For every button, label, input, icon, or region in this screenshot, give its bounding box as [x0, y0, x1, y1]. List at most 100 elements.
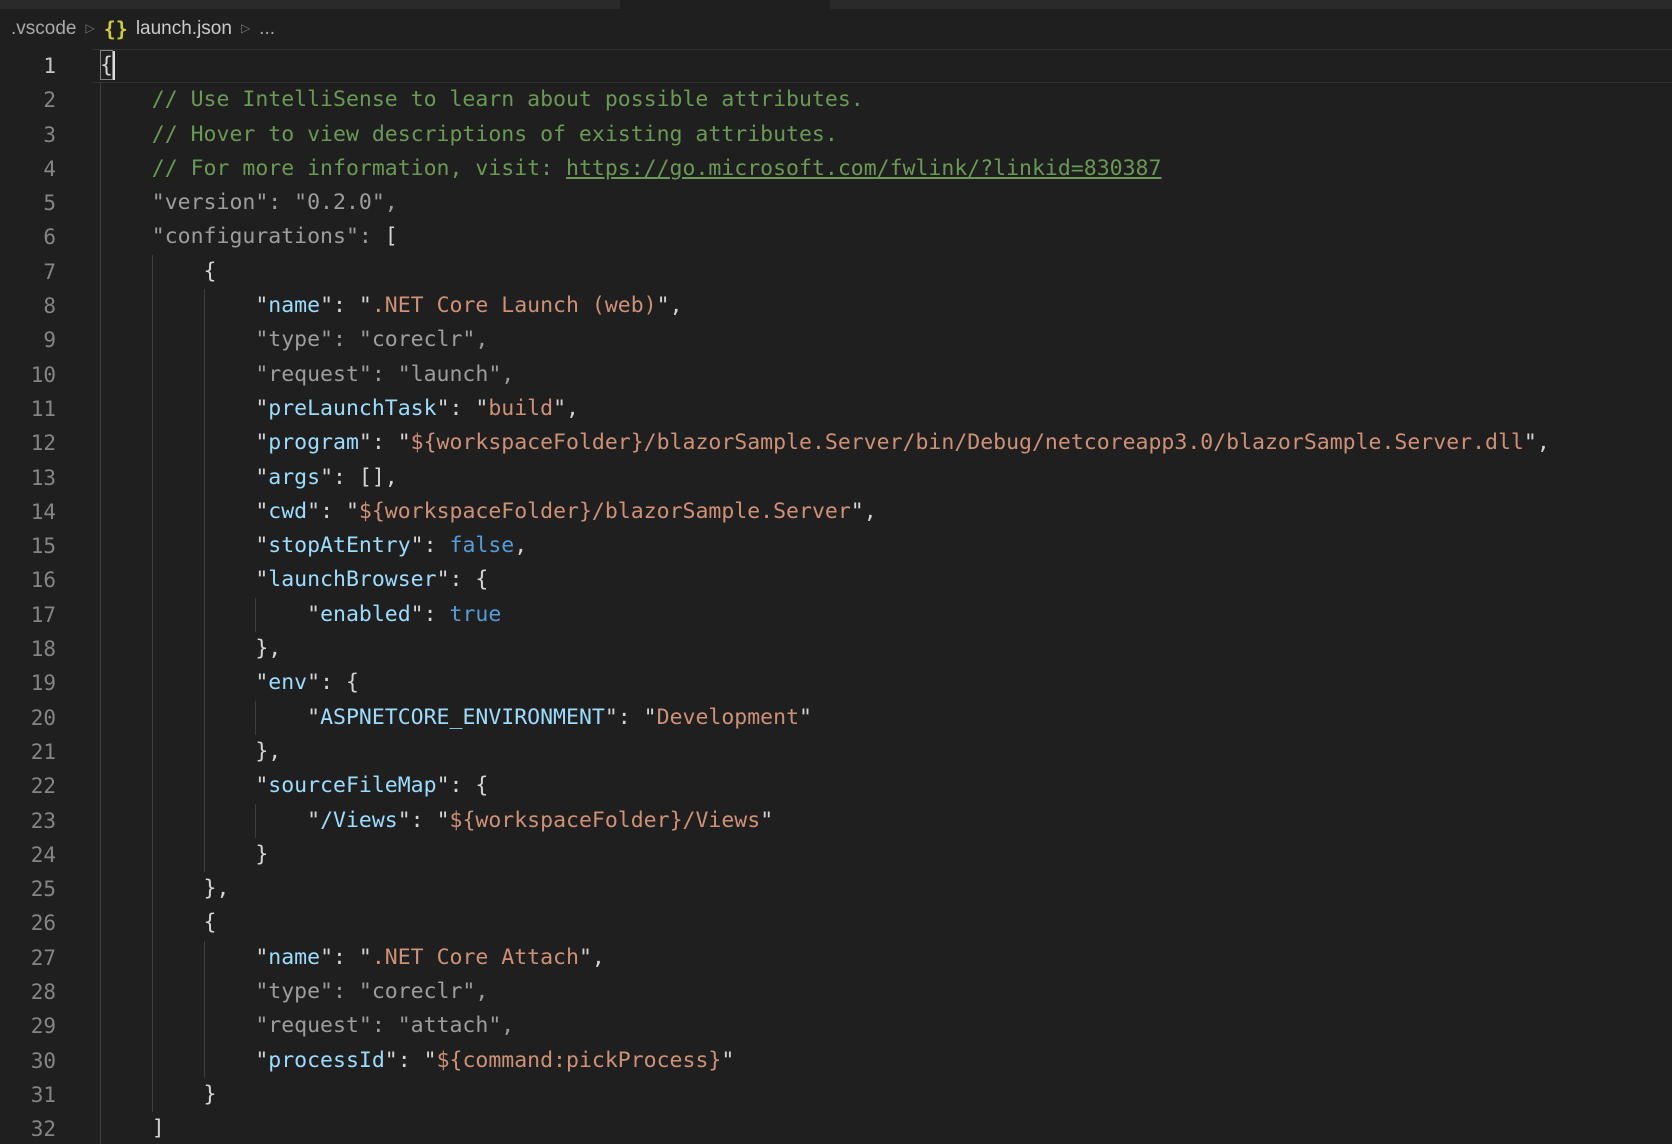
code-line[interactable]: 15 "stopAtEntry": false,	[0, 529, 1672, 563]
code-line-content[interactable]: // Use IntelliSense to learn about possi…	[92, 83, 1672, 117]
line-number[interactable]: 12	[0, 426, 56, 460]
code-line[interactable]: 3 // Hover to view descriptions of exist…	[0, 118, 1672, 152]
breadcrumb-symbol-path[interactable]: ...	[259, 18, 275, 40]
code-line[interactable]: 30 "processId": "${command:pickProcess}"	[0, 1044, 1672, 1078]
line-number[interactable]: 18	[0, 632, 56, 666]
code-line-content[interactable]: "enabled": true	[92, 598, 1672, 632]
code-line-content[interactable]: "sourceFileMap": {	[92, 769, 1672, 803]
code-line-content[interactable]: "program": "${workspaceFolder}/blazorSam…	[92, 426, 1672, 460]
code-line-content[interactable]: "processId": "${command:pickProcess}"	[92, 1044, 1672, 1078]
code-line-content[interactable]: "version": "0.2.0",	[92, 186, 1672, 220]
line-number[interactable]: 16	[0, 563, 56, 597]
line-number[interactable]: 32	[0, 1112, 56, 1144]
line-number[interactable]: 25	[0, 872, 56, 906]
code-line-content[interactable]: "args": [],	[92, 461, 1672, 495]
line-number[interactable]: 17	[0, 598, 56, 632]
code-editor[interactable]: 1{2 // Use IntelliSense to learn about p…	[0, 49, 1672, 1144]
code-line[interactable]: 23 "/Views": "${workspaceFolder}/Views"	[0, 804, 1672, 838]
line-number[interactable]: 28	[0, 975, 56, 1009]
code-line-content[interactable]: },	[92, 735, 1672, 769]
code-line[interactable]: 25 },	[0, 872, 1672, 906]
code-line[interactable]: 5 "version": "0.2.0",	[0, 186, 1672, 220]
line-number[interactable]: 29	[0, 1009, 56, 1043]
code-line-content[interactable]: "type": "coreclr",	[92, 975, 1672, 1009]
code-line-content[interactable]: "request": "launch",	[92, 358, 1672, 392]
code-line-content[interactable]: },	[92, 632, 1672, 666]
breadcrumb-file[interactable]: launch.json	[136, 18, 232, 40]
code-line[interactable]: 20 "ASPNETCORE_ENVIRONMENT": "Developmen…	[0, 701, 1672, 735]
line-number[interactable]: 23	[0, 804, 56, 838]
line-number[interactable]: 2	[0, 83, 56, 117]
code-line[interactable]: 32 ]	[0, 1112, 1672, 1144]
code-line-content[interactable]: "stopAtEntry": false,	[92, 529, 1672, 563]
code-line[interactable]: 8 "name": ".NET Core Launch (web)",	[0, 289, 1672, 323]
code-line[interactable]: 28 "type": "coreclr",	[0, 975, 1672, 1009]
code-line[interactable]: 19 "env": {	[0, 666, 1672, 700]
code-line[interactable]: 16 "launchBrowser": {	[0, 563, 1672, 597]
code-line-content[interactable]: ]	[92, 1112, 1672, 1144]
comment-link[interactable]: https://go.microsoft.com/fwlink/?linkid=…	[566, 156, 1161, 181]
code-line[interactable]: 31 }	[0, 1078, 1672, 1112]
code-line[interactable]: 26 {	[0, 906, 1672, 940]
line-number[interactable]: 9	[0, 323, 56, 357]
code-line-content[interactable]: "launchBrowser": {	[92, 563, 1672, 597]
code-line-content[interactable]: "name": ".NET Core Launch (web)",	[92, 289, 1672, 323]
code-line-content[interactable]: "env": {	[92, 666, 1672, 700]
code-line-content[interactable]: "type": "coreclr",	[92, 323, 1672, 357]
line-number[interactable]: 14	[0, 495, 56, 529]
line-number[interactable]: 5	[0, 186, 56, 220]
code-line[interactable]: 18 },	[0, 632, 1672, 666]
line-number[interactable]: 13	[0, 461, 56, 495]
code-line-content[interactable]: }	[92, 838, 1672, 872]
line-number[interactable]: 15	[0, 529, 56, 563]
code-line[interactable]: 24 }	[0, 838, 1672, 872]
line-number[interactable]: 22	[0, 769, 56, 803]
line-number[interactable]: 11	[0, 392, 56, 426]
code-line-content[interactable]: "preLaunchTask": "build",	[92, 392, 1672, 426]
code-line-content[interactable]: "name": ".NET Core Attach",	[92, 941, 1672, 975]
code-line-content[interactable]: "cwd": "${workspaceFolder}/blazorSample.…	[92, 495, 1672, 529]
code-line-content[interactable]: {	[92, 49, 1672, 83]
breadcrumb-folder[interactable]: .vscode	[11, 18, 76, 40]
code-line[interactable]: 11 "preLaunchTask": "build",	[0, 392, 1672, 426]
code-line-content[interactable]: "request": "attach",	[92, 1009, 1672, 1043]
line-number[interactable]: 27	[0, 941, 56, 975]
code-line-content[interactable]: {	[92, 255, 1672, 289]
code-line[interactable]: 1{	[0, 49, 1672, 83]
line-number[interactable]: 8	[0, 289, 56, 323]
code-line[interactable]: 29 "request": "attach",	[0, 1009, 1672, 1043]
code-line[interactable]: 22 "sourceFileMap": {	[0, 769, 1672, 803]
code-line-content[interactable]: {	[92, 906, 1672, 940]
code-line-content[interactable]: // Hover to view descriptions of existin…	[92, 118, 1672, 152]
code-line[interactable]: 17 "enabled": true	[0, 598, 1672, 632]
line-number[interactable]: 4	[0, 152, 56, 186]
code-line-content[interactable]: // For more information, visit: https://…	[92, 152, 1672, 186]
code-line-content[interactable]: "ASPNETCORE_ENVIRONMENT": "Development"	[92, 701, 1672, 735]
line-number[interactable]: 10	[0, 358, 56, 392]
code-line[interactable]: 2 // Use IntelliSense to learn about pos…	[0, 83, 1672, 117]
code-line[interactable]: 13 "args": [],	[0, 461, 1672, 495]
code-line[interactable]: 21 },	[0, 735, 1672, 769]
code-line[interactable]: 9 "type": "coreclr",	[0, 323, 1672, 357]
code-line-content[interactable]: },	[92, 872, 1672, 906]
code-line[interactable]: 14 "cwd": "${workspaceFolder}/blazorSamp…	[0, 495, 1672, 529]
line-number[interactable]: 6	[0, 220, 56, 254]
code-line[interactable]: 10 "request": "launch",	[0, 358, 1672, 392]
code-line-content[interactable]: "configurations": [	[92, 220, 1672, 254]
code-line[interactable]: 12 "program": "${workspaceFolder}/blazor…	[0, 426, 1672, 460]
line-number[interactable]: 7	[0, 255, 56, 289]
line-number[interactable]: 24	[0, 838, 56, 872]
code-line-content[interactable]: "/Views": "${workspaceFolder}/Views"	[92, 804, 1672, 838]
line-number[interactable]: 20	[0, 701, 56, 735]
code-line[interactable]: 7 {	[0, 255, 1672, 289]
code-line[interactable]: 4 // For more information, visit: https:…	[0, 152, 1672, 186]
line-number[interactable]: 3	[0, 118, 56, 152]
line-number[interactable]: 31	[0, 1078, 56, 1112]
line-number[interactable]: 19	[0, 666, 56, 700]
code-line[interactable]: 6 "configurations": [	[0, 220, 1672, 254]
line-number[interactable]: 1	[0, 49, 56, 83]
code-line-content[interactable]: }	[92, 1078, 1672, 1112]
line-number[interactable]: 30	[0, 1044, 56, 1078]
line-number[interactable]: 21	[0, 735, 56, 769]
line-number[interactable]: 26	[0, 906, 56, 940]
